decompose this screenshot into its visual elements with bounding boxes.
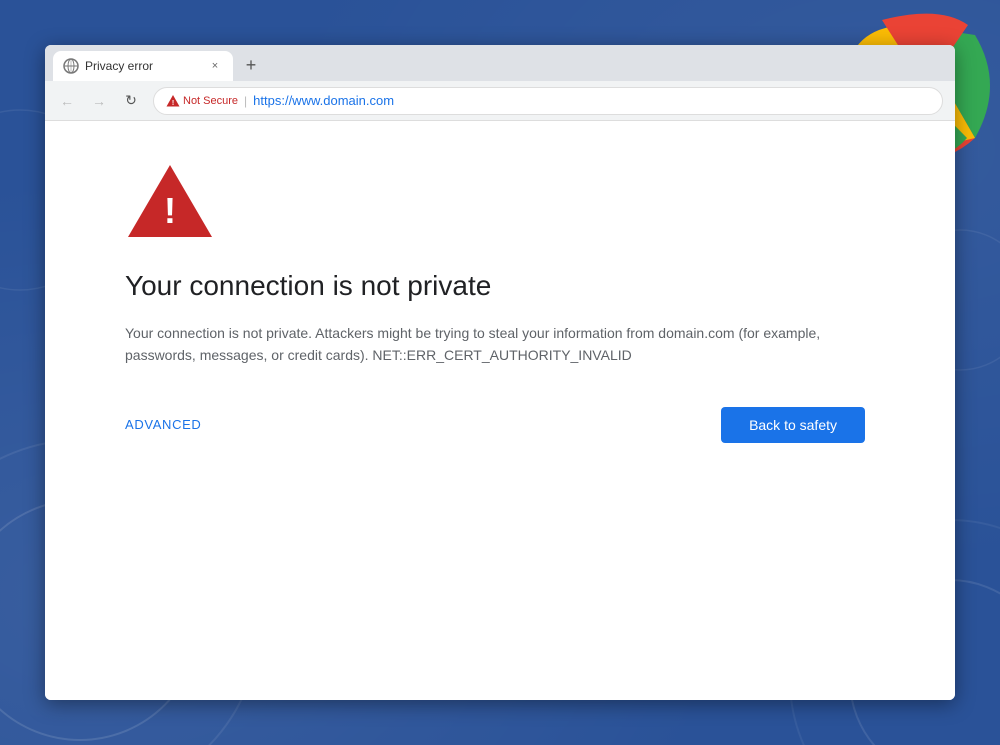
back-to-safety-button[interactable]: Back to safety — [721, 407, 865, 443]
address-separator: | — [244, 94, 247, 108]
refresh-button[interactable]: ↻ — [117, 87, 145, 115]
warning-icon-container: ! — [125, 161, 215, 246]
new-tab-button[interactable]: + — [237, 51, 265, 79]
warning-triangle-icon: ! — [125, 161, 215, 241]
svg-text:!: ! — [172, 100, 174, 107]
page-content: ! Your connection is not private Your co… — [45, 121, 955, 700]
not-secure-warning-icon: ! — [166, 94, 180, 108]
back-button[interactable]: ← — [53, 87, 81, 115]
error-description: Your connection is not private. Attacker… — [125, 322, 825, 367]
active-tab[interactable]: Privacy error × — [53, 51, 233, 81]
error-title: Your connection is not private — [125, 270, 491, 302]
browser-window: Privacy error × + ← → ↻ ! Not Secure | h… — [45, 45, 955, 700]
not-secure-badge: ! Not Secure — [166, 94, 238, 108]
not-secure-text: Not Secure — [183, 95, 238, 107]
address-bar-area: ← → ↻ ! Not Secure | https://www.domain.… — [45, 81, 955, 121]
action-row: ADVANCED Back to safety — [125, 407, 865, 443]
forward-button[interactable]: → — [85, 87, 113, 115]
tab-title: Privacy error — [85, 59, 201, 73]
advanced-button[interactable]: ADVANCED — [125, 409, 201, 440]
svg-text:!: ! — [164, 190, 176, 231]
tab-favicon-icon — [63, 58, 79, 74]
address-bar[interactable]: ! Not Secure | https://www.domain.com — [153, 87, 943, 115]
address-url: https://www.domain.com — [253, 93, 394, 108]
tab-close-button[interactable]: × — [207, 58, 223, 74]
tab-bar: Privacy error × + — [45, 45, 955, 81]
